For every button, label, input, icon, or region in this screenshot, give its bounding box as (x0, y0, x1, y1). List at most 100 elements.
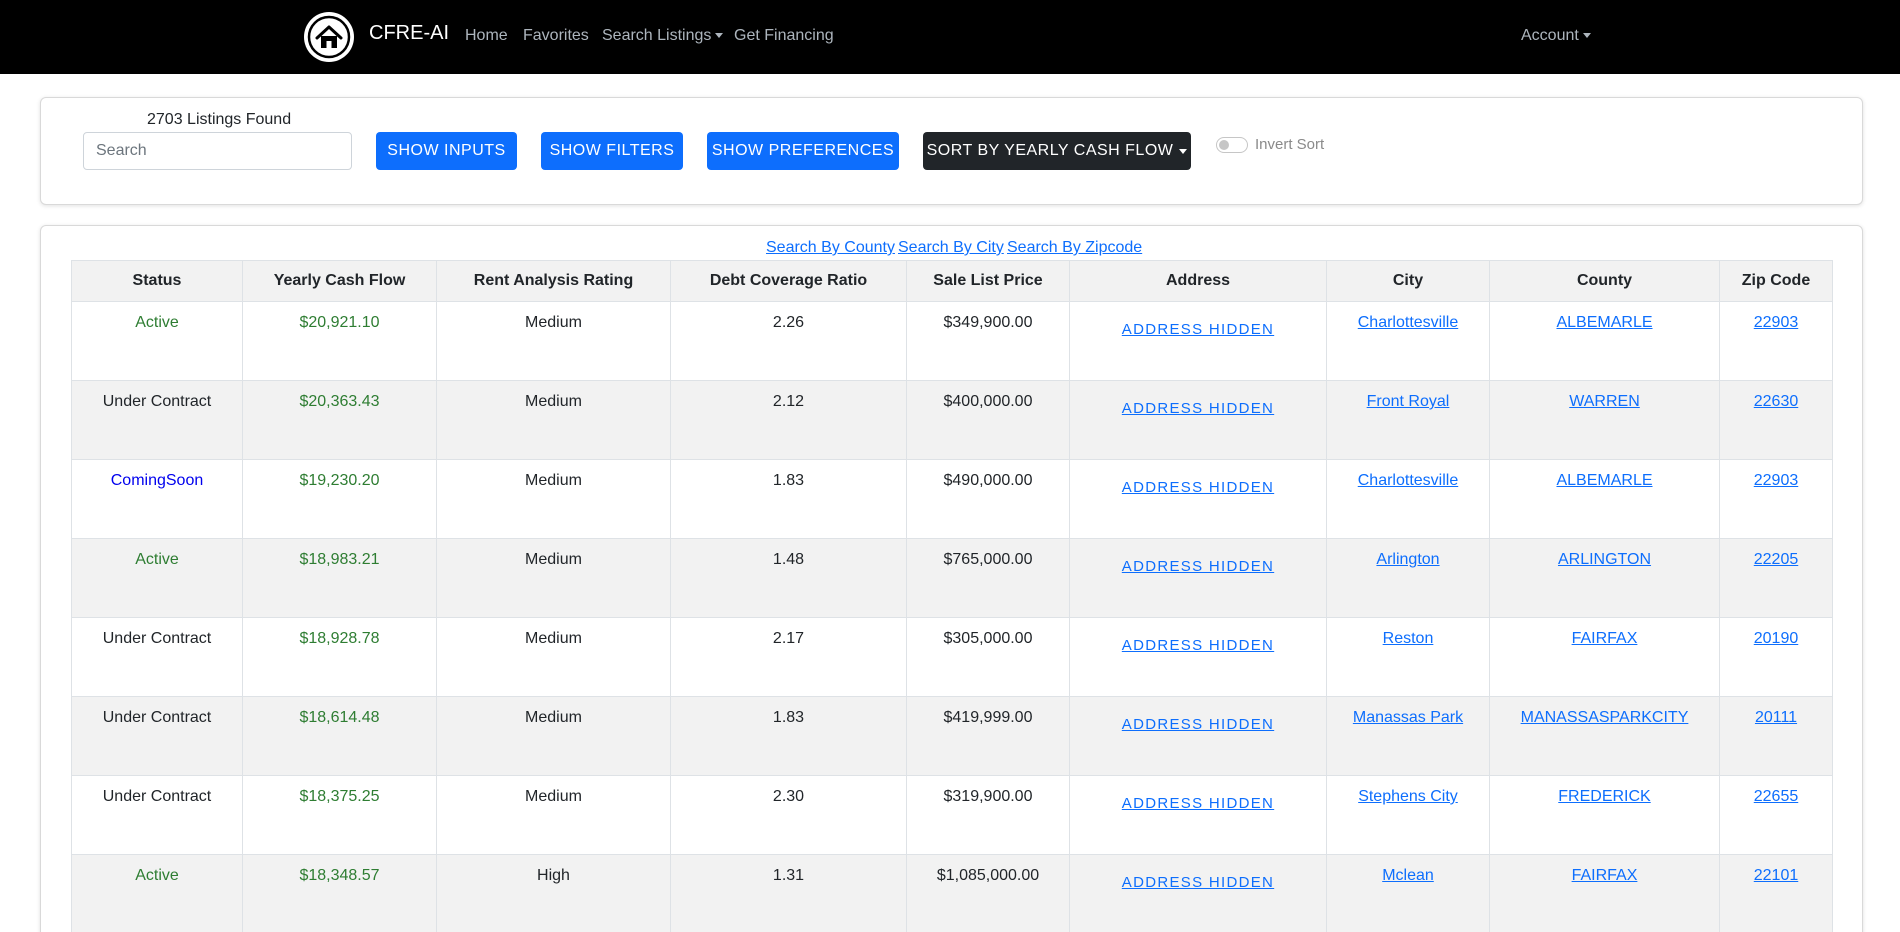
cash-flow-cell: $18,928.78 (242, 617, 437, 697)
search-by-zipcode-link[interactable]: Search By Zipcode (1007, 239, 1142, 257)
table-row[interactable]: Active $18,983.21 Medium 1.48 $765,000.0… (71, 538, 1833, 618)
header-zip-code[interactable]: Zip Code (1719, 260, 1833, 302)
county-link[interactable]: WARREN (1569, 393, 1640, 410)
table-row[interactable]: Under Contract $18,614.48 Medium 1.83 $4… (71, 696, 1833, 776)
rating-cell: High (436, 854, 671, 932)
rating-cell: Medium (436, 459, 671, 539)
city-cell: Front Royal (1326, 380, 1490, 460)
city-cell: Arlington (1326, 538, 1490, 618)
zip-cell: 22903 (1719, 301, 1833, 381)
header-status[interactable]: Status (71, 260, 243, 302)
city-link[interactable]: Charlottesville (1358, 314, 1458, 331)
zip-cell: 20190 (1719, 617, 1833, 697)
county-cell: FREDERICK (1489, 775, 1720, 855)
address-cell: ADDRESS HIDDEN (1069, 301, 1327, 381)
city-cell: Stephens City (1326, 775, 1490, 855)
table-row[interactable]: ComingSoon $19,230.20 Medium 1.83 $490,0… (71, 459, 1833, 539)
nav-search-listings[interactable]: Search Listings (602, 27, 724, 45)
status-cell: Active (71, 301, 243, 381)
price-cell: $319,900.00 (906, 775, 1070, 855)
city-link[interactable]: Stephens City (1358, 788, 1458, 805)
dcr-cell: 2.30 (670, 775, 907, 855)
dcr-cell: 2.17 (670, 617, 907, 697)
city-link[interactable]: Charlottesville (1358, 472, 1458, 489)
rating-cell: Medium (436, 617, 671, 697)
invert-sort-toggle[interactable] (1216, 137, 1248, 153)
header-sale-list-price[interactable]: Sale List Price (906, 260, 1070, 302)
table-row[interactable]: Active $18,348.57 High 1.31 $1,085,000.0… (71, 854, 1833, 932)
address-cell: ADDRESS HIDDEN (1069, 617, 1327, 697)
zip-link[interactable]: 22630 (1754, 393, 1799, 410)
city-link[interactable]: Front Royal (1367, 393, 1450, 410)
header-yearly-cash-flow[interactable]: Yearly Cash Flow (242, 260, 437, 302)
nav-favorites[interactable]: Favorites (523, 27, 589, 45)
address-link[interactable]: ADDRESS HIDDEN (1122, 716, 1274, 733)
table-row[interactable]: Under Contract $18,375.25 Medium 2.30 $3… (71, 775, 1833, 855)
address-link[interactable]: ADDRESS HIDDEN (1122, 795, 1274, 812)
city-link[interactable]: Manassas Park (1353, 709, 1463, 726)
cash-flow-cell: $18,348.57 (242, 854, 437, 932)
county-link[interactable]: ALBEMARLE (1556, 472, 1652, 489)
dcr-cell: 1.83 (670, 459, 907, 539)
county-link[interactable]: ARLINGTON (1558, 551, 1651, 568)
dcr-cell: 2.26 (670, 301, 907, 381)
zip-link[interactable]: 20111 (1755, 709, 1797, 726)
address-link[interactable]: ADDRESS HIDDEN (1122, 400, 1274, 417)
show-filters-button[interactable]: SHOW FILTERS (541, 132, 683, 170)
header-city[interactable]: City (1326, 260, 1490, 302)
zip-link[interactable]: 22903 (1754, 314, 1799, 331)
header-rent-analysis-rating[interactable]: Rent Analysis Rating (436, 260, 671, 302)
rating-cell: Medium (436, 696, 671, 776)
house-icon[interactable] (304, 12, 354, 62)
address-cell: ADDRESS HIDDEN (1069, 775, 1327, 855)
county-link[interactable]: FREDERICK (1558, 788, 1650, 805)
table-row[interactable]: Under Contract $18,928.78 Medium 2.17 $3… (71, 617, 1833, 697)
zip-cell: 22101 (1719, 854, 1833, 932)
zip-link[interactable]: 20190 (1754, 630, 1799, 647)
rating-cell: Medium (436, 538, 671, 618)
rating-cell: Medium (436, 301, 671, 381)
zip-cell: 22205 (1719, 538, 1833, 618)
status-cell: ComingSoon (71, 459, 243, 539)
header-debt-coverage-ratio[interactable]: Debt Coverage Ratio (670, 260, 907, 302)
county-link[interactable]: MANASSASPARKCITY (1521, 709, 1689, 726)
zip-cell: 22630 (1719, 380, 1833, 460)
nav-home[interactable]: Home (465, 27, 508, 45)
nav-get-financing[interactable]: Get Financing (734, 27, 834, 45)
show-inputs-button[interactable]: SHOW INPUTS (376, 132, 517, 170)
county-link[interactable]: FAIRFAX (1572, 867, 1638, 884)
city-link[interactable]: Arlington (1376, 551, 1439, 568)
nav-search-listings-label: Search Listings (602, 27, 712, 44)
search-by-city-link[interactable]: Search By City (898, 239, 1004, 257)
header-address[interactable]: Address (1069, 260, 1327, 302)
sort-dropdown-button[interactable]: SORT BY YEARLY CASH FLOW (923, 132, 1191, 170)
search-by-county-link[interactable]: Search By County (766, 239, 895, 257)
city-link[interactable]: Reston (1383, 630, 1434, 647)
brand-name[interactable]: CFRE-AI (369, 22, 449, 45)
price-cell: $349,900.00 (906, 301, 1070, 381)
cash-flow-cell: $19,230.20 (242, 459, 437, 539)
county-link[interactable]: FAIRFAX (1572, 630, 1638, 647)
zip-link[interactable]: 22655 (1754, 788, 1799, 805)
listings-count: 2703 Listings Found (147, 111, 292, 128)
county-cell: FAIRFAX (1489, 854, 1720, 932)
address-link[interactable]: ADDRESS HIDDEN (1122, 321, 1274, 338)
address-cell: ADDRESS HIDDEN (1069, 538, 1327, 618)
zip-link[interactable]: 22101 (1754, 867, 1799, 884)
header-county[interactable]: County (1489, 260, 1720, 302)
nav-account[interactable]: Account (1521, 27, 1591, 45)
status-cell: Under Contract (71, 775, 243, 855)
address-link[interactable]: ADDRESS HIDDEN (1122, 874, 1274, 891)
address-link[interactable]: ADDRESS HIDDEN (1122, 479, 1274, 496)
search-input[interactable] (83, 132, 352, 170)
county-link[interactable]: ALBEMARLE (1556, 314, 1652, 331)
zip-link[interactable]: 22903 (1754, 472, 1799, 489)
cash-flow-cell: $20,921.10 (242, 301, 437, 381)
city-link[interactable]: Mclean (1382, 867, 1434, 884)
address-link[interactable]: ADDRESS HIDDEN (1122, 637, 1274, 654)
zip-link[interactable]: 22205 (1754, 551, 1799, 568)
address-link[interactable]: ADDRESS HIDDEN (1122, 558, 1274, 575)
show-preferences-button[interactable]: SHOW PREFERENCES (707, 132, 899, 170)
table-row[interactable]: Under Contract $20,363.43 Medium 2.12 $4… (71, 380, 1833, 460)
table-row[interactable]: Active $20,921.10 Medium 2.26 $349,900.0… (71, 301, 1833, 381)
